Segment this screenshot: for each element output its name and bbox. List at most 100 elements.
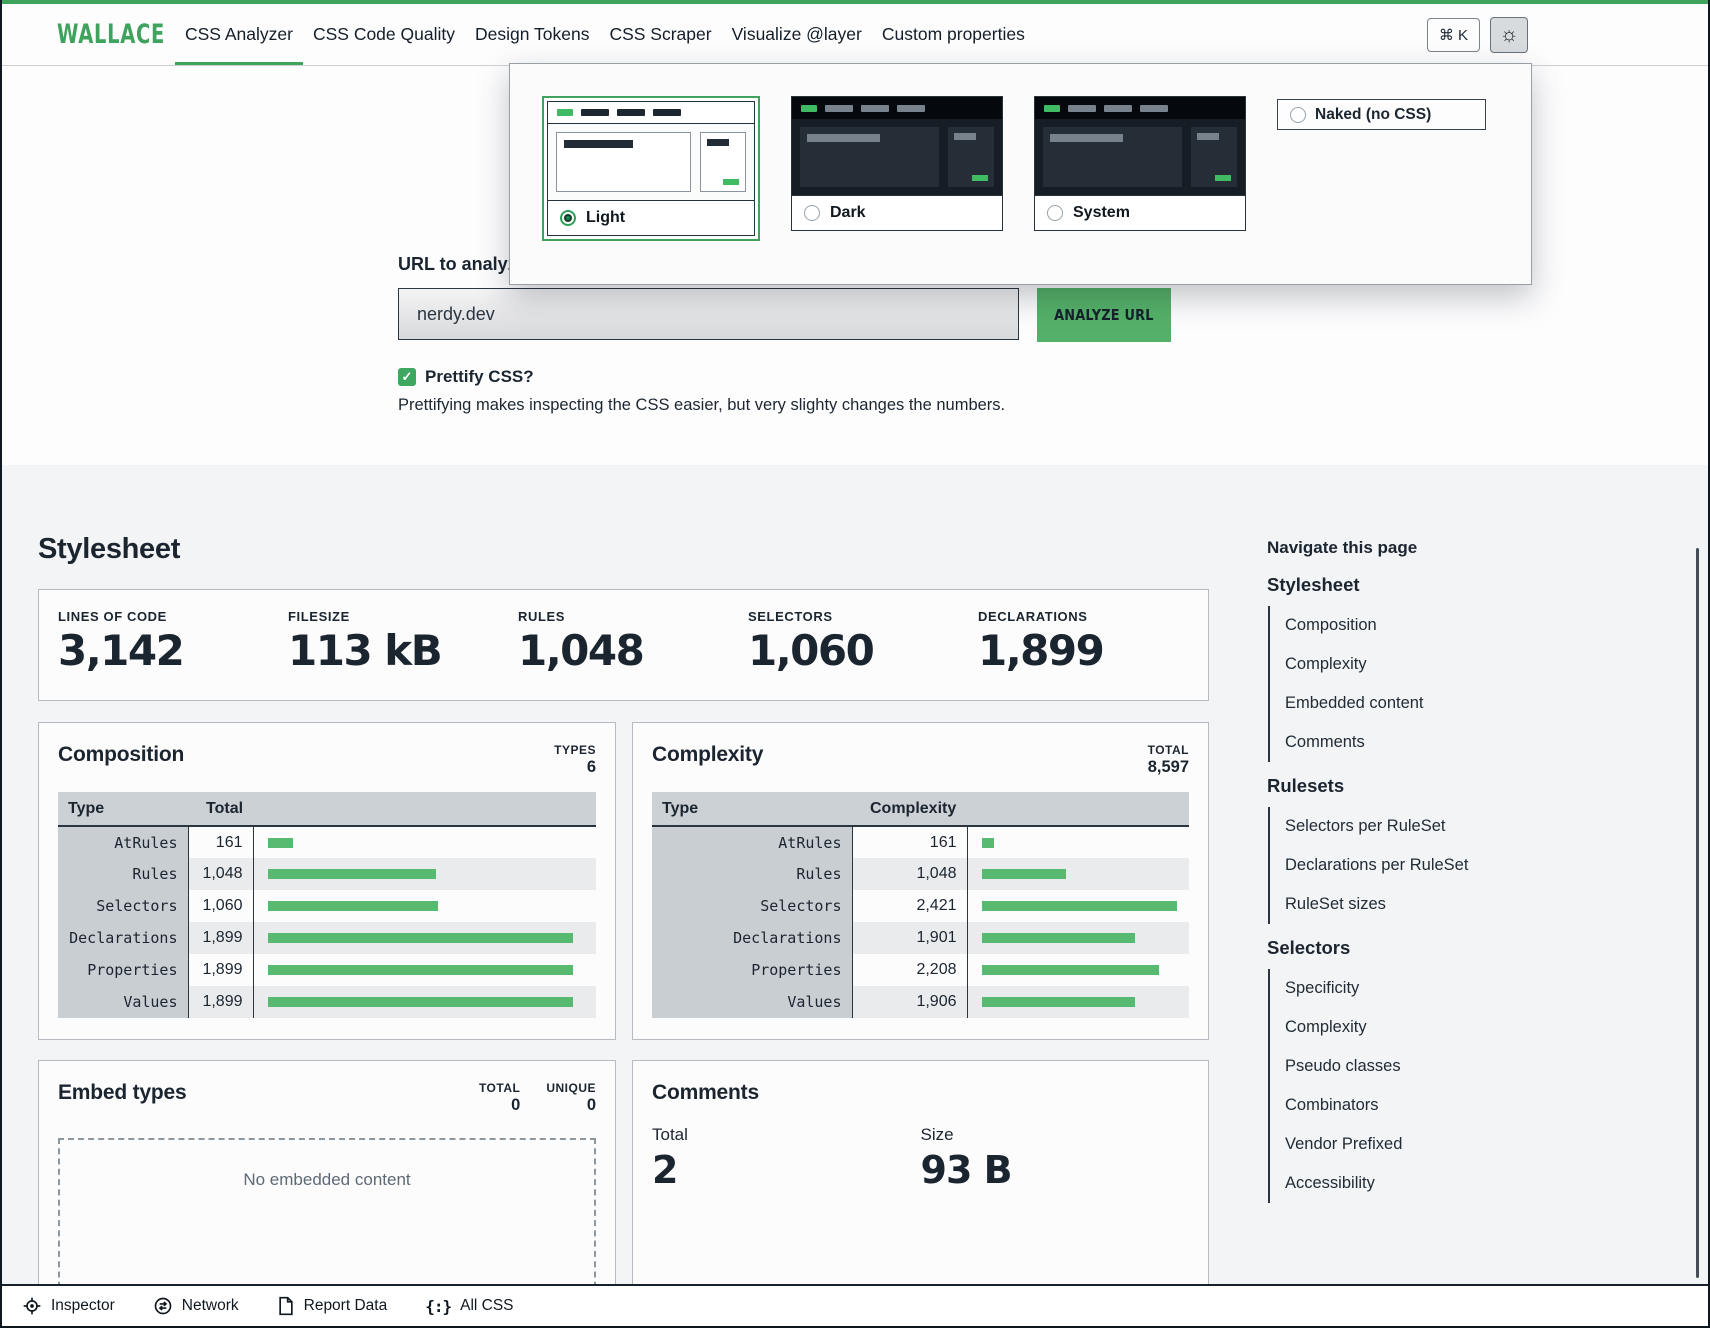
- complexity-bar: [982, 901, 1177, 911]
- composition-bar: [268, 997, 574, 1007]
- wallace-logo[interactable]: WALLACE: [57, 19, 132, 50]
- prettify-checkbox[interactable]: [398, 368, 416, 386]
- light-label: Light: [586, 209, 625, 227]
- header-actions: ⌘ K ☼: [1427, 4, 1528, 65]
- stylesheet-stats-card: LINES OF CODE 3,142 FILESIZE 113 kB RULE…: [38, 589, 1209, 701]
- stat-lines-of-code: LINES OF CODE 3,142: [58, 609, 288, 700]
- results-section: Stylesheet LINES OF CODE 3,142 FILESIZE …: [2, 465, 1708, 1326]
- light-preview-header: [548, 102, 754, 124]
- tab-custom-properties[interactable]: Custom properties: [872, 4, 1035, 65]
- preview-block: [1068, 105, 1096, 112]
- stat-selectors: SELECTORS 1,060: [748, 609, 978, 700]
- page-nav-title: Navigate this page: [1267, 538, 1627, 558]
- theme-option-naked[interactable]: Naked (no CSS): [1277, 99, 1486, 130]
- composition-bar: [268, 965, 574, 975]
- main-nav: CSS Analyzer CSS Code Quality Design Tok…: [175, 4, 1035, 65]
- tab-design-tokens[interactable]: Design Tokens: [465, 4, 599, 65]
- complexity-card: Complexity TOTAL 8,597 Type Complexity A…: [632, 722, 1209, 1040]
- nav-link-embedded-content[interactable]: Embedded content: [1285, 684, 1627, 723]
- url-input[interactable]: [398, 288, 1019, 340]
- table-row: Values1,906: [652, 986, 1189, 1018]
- preview-block: [897, 105, 925, 112]
- system-radio[interactable]: [1047, 205, 1063, 221]
- command-k-button[interactable]: ⌘ K: [1427, 18, 1480, 52]
- prettify-help-text: Prettifying makes inspecting the CSS eas…: [398, 396, 1188, 415]
- composition-bar: [268, 933, 574, 943]
- header: WALLACE CSS Analyzer CSS Code Quality De…: [2, 4, 1708, 66]
- table-row: Declarations1,899: [58, 922, 596, 954]
- nav-link-declarations-per-ruleset[interactable]: Declarations per RuleSet: [1285, 846, 1627, 885]
- tool-all-css[interactable]: {:} All CSS: [425, 1297, 513, 1316]
- preview-block: [557, 109, 573, 116]
- scrollbar[interactable]: [1696, 548, 1699, 1278]
- nav-link-specificity[interactable]: Specificity: [1285, 969, 1627, 1008]
- table-row: AtRules161: [652, 826, 1189, 858]
- nav-link-accessibility[interactable]: Accessibility: [1285, 1164, 1627, 1203]
- comments-title: Comments: [652, 1081, 759, 1105]
- dark-preview-header: [792, 97, 1002, 119]
- tool-report-data[interactable]: Report Data: [277, 1296, 388, 1316]
- table-row: Selectors1,060: [58, 890, 596, 922]
- nav-link-ruleset-sizes[interactable]: RuleSet sizes: [1285, 885, 1627, 924]
- preview-block: [581, 109, 609, 116]
- page-nav-section-selectors: Selectors: [1267, 937, 1627, 959]
- table-row: Rules1,048: [652, 858, 1189, 890]
- stat-declarations: DECLARATIONS 1,899: [978, 609, 1208, 700]
- preview-main-panel: [556, 132, 691, 192]
- complexity-bar: [982, 838, 995, 848]
- composition-bar: [268, 869, 437, 879]
- tab-css-analyzer[interactable]: CSS Analyzer: [175, 4, 303, 65]
- preview-block: [653, 109, 681, 116]
- tab-visualize-layer[interactable]: Visualize @layer: [722, 4, 872, 65]
- table-row: Selectors2,421: [652, 890, 1189, 922]
- nav-link-complexity[interactable]: Complexity: [1285, 645, 1627, 684]
- stat-filesize: FILESIZE 113 kB: [288, 609, 518, 700]
- naked-radio[interactable]: [1290, 107, 1306, 123]
- tool-network[interactable]: Network: [153, 1296, 239, 1316]
- composition-title: Composition: [58, 743, 184, 767]
- light-radio[interactable]: [560, 210, 576, 226]
- tab-css-code-quality[interactable]: CSS Code Quality: [303, 4, 465, 65]
- nav-link-comments[interactable]: Comments: [1285, 723, 1627, 762]
- tab-css-scraper[interactable]: CSS Scraper: [599, 4, 721, 65]
- theme-toggle-button[interactable]: ☼: [1490, 17, 1528, 53]
- nav-link-pseudo-classes[interactable]: Pseudo classes: [1285, 1047, 1627, 1086]
- preview-main-panel: [800, 127, 939, 187]
- nav-link-vendor-prefixed[interactable]: Vendor Prefixed: [1285, 1125, 1627, 1164]
- composition-card: Composition TYPES 6 Type Total AtRules16…: [38, 722, 616, 1040]
- analyze-url-button[interactable]: ANALYZE URL: [1037, 288, 1171, 342]
- preview-block: [617, 109, 645, 116]
- complexity-table: Type Complexity AtRules161 Rules1,048 Se…: [652, 792, 1189, 1018]
- theme-preview-light: Light: [547, 101, 755, 236]
- complexity-bar: [982, 965, 1160, 975]
- nav-link-selectors-per-ruleset[interactable]: Selectors per RuleSet: [1285, 807, 1627, 846]
- app-window: WALLACE CSS Analyzer CSS Code Quality De…: [0, 0, 1710, 1328]
- preview-block: [1044, 105, 1060, 112]
- theme-option-system[interactable]: System: [1034, 96, 1246, 231]
- comments-card: Comments Total 2 Size 93 B: [632, 1060, 1209, 1300]
- nav-link-composition[interactable]: Composition: [1285, 606, 1627, 645]
- table-row: Values1,899: [58, 986, 596, 1018]
- report-data-icon: [277, 1296, 295, 1316]
- theme-option-light[interactable]: Light: [542, 96, 760, 241]
- theme-option-dark[interactable]: Dark: [791, 96, 1003, 231]
- no-embedded-content-box: No embedded content: [58, 1138, 596, 1298]
- nav-link-combinators[interactable]: Combinators: [1285, 1086, 1627, 1125]
- network-icon: [153, 1296, 173, 1316]
- embed-types-title: Embed types: [58, 1081, 187, 1105]
- preview-block: [825, 105, 853, 112]
- nav-link-selectors-complexity[interactable]: Complexity: [1285, 1008, 1627, 1047]
- stat-rules: RULES 1,048: [518, 609, 748, 700]
- prettify-label[interactable]: Prettify CSS?: [425, 367, 534, 387]
- page-title: Stylesheet: [38, 533, 180, 566]
- preview-side-panel: [1191, 127, 1237, 187]
- light-preview-body: [548, 124, 754, 200]
- dark-radio[interactable]: [804, 205, 820, 221]
- system-label: System: [1073, 204, 1130, 222]
- preview-block: [801, 105, 817, 112]
- comments-size: Size 93 B: [921, 1125, 1190, 1192]
- tool-inspector[interactable]: Inspector: [22, 1296, 115, 1316]
- preview-side-panel: [700, 132, 746, 192]
- all-css-icon: {:}: [425, 1297, 451, 1316]
- theme-picker-panel: Light Dark: [509, 63, 1532, 285]
